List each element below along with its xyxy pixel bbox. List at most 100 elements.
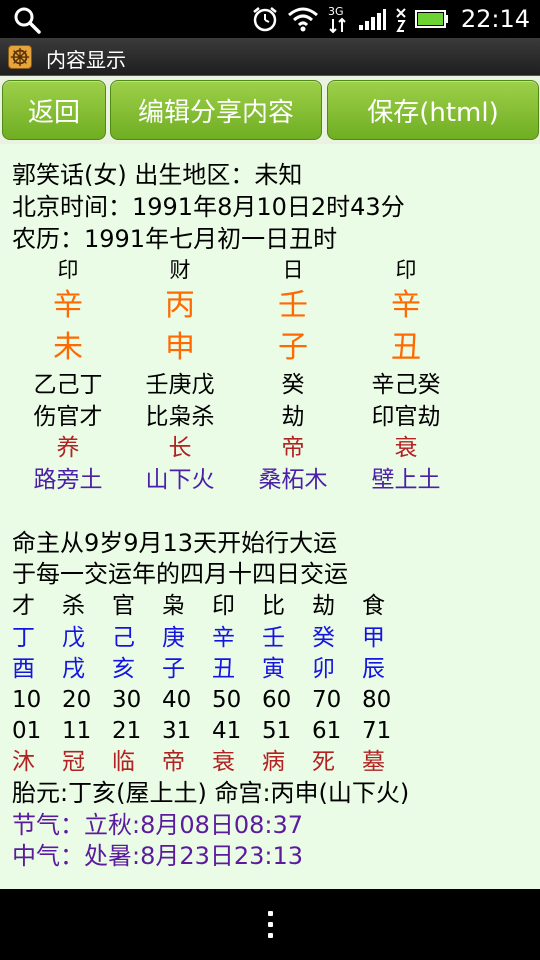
svg-text:3G: 3G xyxy=(328,5,344,18)
dayun-year: 71 xyxy=(362,718,392,744)
pillar-state: 养 xyxy=(56,435,80,461)
pillar-hidden-stems: 壬庚戊 xyxy=(145,372,215,398)
beijing-time: 北京时间：1991年8月10日2时43分 xyxy=(12,193,405,221)
search-icon[interactable] xyxy=(12,6,42,34)
taiyuan-minggong: 胎元:丁亥(屋上土) 命宫:丙申(山下火) xyxy=(12,779,410,807)
pillar-branch: 未 xyxy=(53,330,83,365)
clock: 22:14 xyxy=(460,5,530,33)
dayun-stem: 戊 xyxy=(62,625,85,651)
dayun-year: 01 xyxy=(12,718,42,744)
signal-icon xyxy=(358,9,386,30)
pillar-hidden-gods: 劫 xyxy=(281,404,305,430)
app-logo-icon xyxy=(8,45,32,69)
dayun-state: 病 xyxy=(262,749,285,775)
dayun-branch: 寅 xyxy=(262,656,285,682)
pillar-state: 长 xyxy=(168,435,192,461)
dayun-year: 11 xyxy=(62,718,92,744)
dayun-age: 80 xyxy=(362,687,392,713)
pillar-hidden-gods: 印官劫 xyxy=(371,404,441,430)
pillar-nayin: 路旁土 xyxy=(33,467,103,493)
pillar-god: 印 xyxy=(57,258,79,282)
dayun-state: 墓 xyxy=(362,749,385,775)
pillar-god: 日 xyxy=(282,258,304,282)
dayun-age: 40 xyxy=(162,687,192,713)
dayun-god: 才 xyxy=(12,593,35,619)
dayun-stem: 庚 xyxy=(162,625,185,651)
dayun-age: 60 xyxy=(262,687,292,713)
edit-share-button[interactable]: 编辑分享内容 xyxy=(110,80,322,140)
dayun-state: 衰 xyxy=(212,749,235,775)
dayun-start: 命主从9岁9月13天开始行大运 xyxy=(12,529,338,557)
pillar-stem: 辛 xyxy=(391,288,421,323)
dayun-state: 临 xyxy=(112,749,135,775)
dayun-year: 41 xyxy=(212,718,242,744)
dayun-god: 食 xyxy=(362,593,385,619)
pillar-god: 印 xyxy=(395,258,417,282)
pillar-branch: 丑 xyxy=(391,330,421,365)
status-bar: 3G 22:14 xyxy=(0,0,540,38)
dayun-god: 劫 xyxy=(312,593,335,619)
dayun-branch: 亥 xyxy=(112,656,135,682)
dayun-branch: 戌 xyxy=(62,656,85,682)
dayun-god: 杀 xyxy=(62,593,85,619)
battery-icon xyxy=(414,10,448,28)
dayun-age: 20 xyxy=(62,687,92,713)
pillar-nayin: 壁上土 xyxy=(371,467,441,493)
pillar-hidden-gods: 比枭杀 xyxy=(145,404,215,430)
dayun-branch: 卯 xyxy=(312,656,335,682)
pillar-branch: 子 xyxy=(278,330,308,365)
pillar-stem: 辛 xyxy=(53,288,83,323)
toolbar: 返回 编辑分享内容 保存(html) xyxy=(0,76,540,144)
dayun-stem: 丁 xyxy=(12,625,35,651)
pillar-branch: 申 xyxy=(165,330,195,365)
pillar-hidden-gods: 伤官才 xyxy=(33,404,103,430)
dayun-age: 10 xyxy=(12,687,42,713)
dayun-stem: 己 xyxy=(112,625,135,651)
dayun-year: 21 xyxy=(112,718,142,744)
dayun-age: 70 xyxy=(312,687,342,713)
back-button[interactable]: 返回 xyxy=(2,80,106,140)
zhongqi: 中气：处暑:8月23日23:13 xyxy=(12,842,304,870)
dayun-stem: 癸 xyxy=(312,625,335,651)
dayun-handover: 于每一交运年的四月十四日交运 xyxy=(12,560,348,588)
navigation-bar xyxy=(0,889,540,960)
dayun-branch: 辰 xyxy=(362,656,385,682)
dayun-age: 50 xyxy=(212,687,242,713)
dayun-branch: 丑 xyxy=(212,656,235,682)
dayun-god: 印 xyxy=(212,593,235,619)
name-birthplace: 郭笑话(女) 出生地区：未知 xyxy=(12,161,303,189)
save-html-button[interactable]: 保存(html) xyxy=(327,80,539,140)
title-bar: 内容显示 xyxy=(0,38,540,76)
dayun-state: 帝 xyxy=(162,749,185,775)
dayun-god: 枭 xyxy=(162,593,185,619)
data-off-icon xyxy=(396,8,406,32)
dayun-god: 官 xyxy=(112,593,135,619)
jieqi: 节气：立秋:8月08日08:37 xyxy=(12,811,304,839)
network-3g-icon: 3G xyxy=(328,5,346,34)
dayun-year: 31 xyxy=(162,718,192,744)
pillar-hidden-stems: 癸 xyxy=(281,372,305,398)
pillar-nayin: 山下火 xyxy=(145,467,215,493)
alarm-icon xyxy=(253,7,277,32)
dayun-state: 死 xyxy=(312,749,335,775)
dayun-branch: 酉 xyxy=(12,656,35,682)
dayun-year: 61 xyxy=(312,718,342,744)
pillar-nayin: 桑柘木 xyxy=(258,467,328,493)
lunar-date: 农历：1991年七月初一日丑时 xyxy=(12,225,338,253)
pillar-god: 财 xyxy=(169,258,191,282)
dayun-age: 30 xyxy=(112,687,142,713)
pillar-state: 帝 xyxy=(281,435,305,461)
dayun-state: 冠 xyxy=(62,749,85,775)
pillar-stem: 壬 xyxy=(278,288,308,323)
page-title: 内容显示 xyxy=(46,48,126,72)
dayun-stem: 辛 xyxy=(212,625,235,651)
overflow-menu-icon[interactable] xyxy=(266,911,274,941)
dayun-state: 沐 xyxy=(12,749,35,775)
chart-content: 郭笑话(女) 出生地区：未知 北京时间：1991年8月10日2时43分 农历：1… xyxy=(0,144,540,889)
pillar-hidden-stems: 辛己癸 xyxy=(371,372,441,398)
pillar-stem: 丙 xyxy=(165,288,195,323)
dayun-god: 比 xyxy=(262,593,285,619)
pillar-state: 衰 xyxy=(394,435,418,461)
pillar-hidden-stems: 乙己丁 xyxy=(33,372,103,398)
dayun-stem: 甲 xyxy=(362,625,385,651)
